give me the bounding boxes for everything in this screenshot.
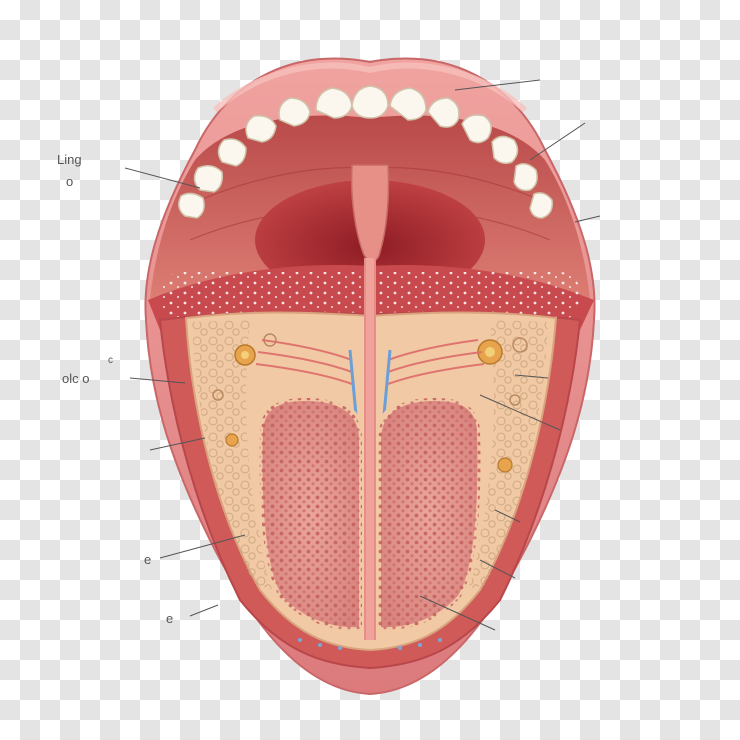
leader-line-8: [189, 604, 219, 617]
median-septum-core: [366, 258, 374, 640]
label-mid-left-small: c: [108, 355, 113, 366]
tongue-anatomy-diagram: [124, 57, 601, 696]
label-low-left-2: e: [166, 611, 174, 626]
label-mid-left: olc o: [62, 371, 90, 386]
label-low-left-1: e: [144, 552, 152, 567]
leader-line-3: [574, 215, 601, 223]
label-top-left-2: o: [66, 174, 74, 189]
label-top-left-1: Ling: [57, 152, 82, 167]
